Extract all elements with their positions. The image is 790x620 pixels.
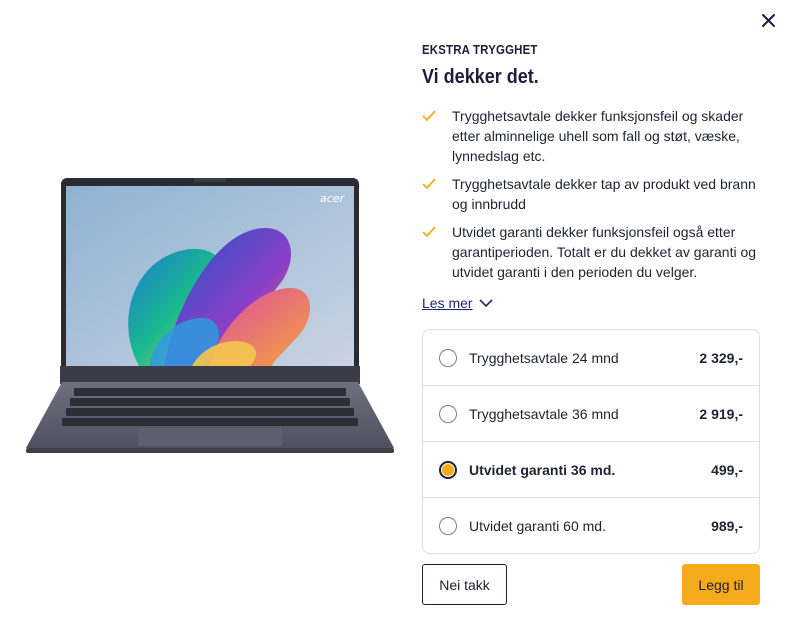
option-price: 2 329,-	[699, 349, 743, 366]
check-icon	[422, 110, 436, 122]
check-icon	[422, 178, 436, 190]
option-label: Trygghetsavtale 24 mnd	[469, 349, 619, 366]
chevron-down-icon	[479, 298, 493, 307]
benefit-text: Trygghetsavtale dekker tap av produkt ve…	[452, 176, 756, 212]
benefit-list: Trygghetsavtale dekker funksjonsfeil og …	[422, 106, 760, 282]
eyebrow: EKSTRA TRYGGHET	[422, 42, 538, 57]
option-label: Utvidet garanti 36 md.	[469, 461, 616, 478]
close-button[interactable]	[758, 10, 778, 30]
option-row[interactable]: Utvidet garanti 60 md. 989,-	[423, 498, 759, 553]
benefit-text: Utvidet garanti dekker funksjonsfeil ogs…	[452, 224, 757, 280]
decline-button[interactable]: Nei takk	[422, 564, 507, 605]
option-price: 2 919,-	[699, 405, 743, 422]
benefit-item: Trygghetsavtale dekker funksjonsfeil og …	[422, 106, 760, 166]
option-row[interactable]: Trygghetsavtale 24 mnd 2 329,-	[423, 330, 759, 386]
option-row[interactable]: Trygghetsavtale 36 mnd 2 919,-	[423, 386, 759, 442]
option-price: 499,-	[711, 461, 743, 478]
add-button[interactable]: Legg til	[682, 564, 760, 605]
radio-button-selected[interactable]	[439, 460, 457, 479]
option-row-selected[interactable]: Utvidet garanti 36 md. 499,-	[423, 442, 759, 498]
benefit-item: Utvidet garanti dekker funksjonsfeil ogs…	[422, 222, 760, 282]
option-label: Trygghetsavtale 36 mnd	[469, 405, 619, 422]
close-icon	[761, 13, 775, 27]
page-title: Vi dekker det.	[422, 66, 539, 88]
option-price: 989,-	[711, 517, 743, 534]
radio-button[interactable]	[439, 404, 457, 423]
product-image: acer	[24, 170, 396, 460]
option-label: Utvidet garanti 60 md.	[469, 517, 606, 534]
coverage-options: Trygghetsavtale 24 mnd 2 329,- Trygghets…	[422, 329, 760, 554]
action-bar: Nei takk Legg til	[422, 564, 760, 605]
read-more-link[interactable]: Les mer	[422, 295, 493, 311]
radio-dot	[442, 463, 454, 476]
radio-button[interactable]	[439, 516, 457, 535]
benefit-item: Trygghetsavtale dekker tap av produkt ve…	[422, 174, 760, 214]
read-more-label: Les mer	[422, 295, 473, 311]
benefit-text: Trygghetsavtale dekker funksjonsfeil og …	[452, 108, 744, 164]
radio-button[interactable]	[439, 348, 457, 367]
brand-logo: acer	[320, 192, 346, 205]
check-icon	[422, 226, 436, 238]
insurance-panel: EKSTRA TRYGGHET Vi dekker det. Trygghets…	[422, 42, 760, 554]
